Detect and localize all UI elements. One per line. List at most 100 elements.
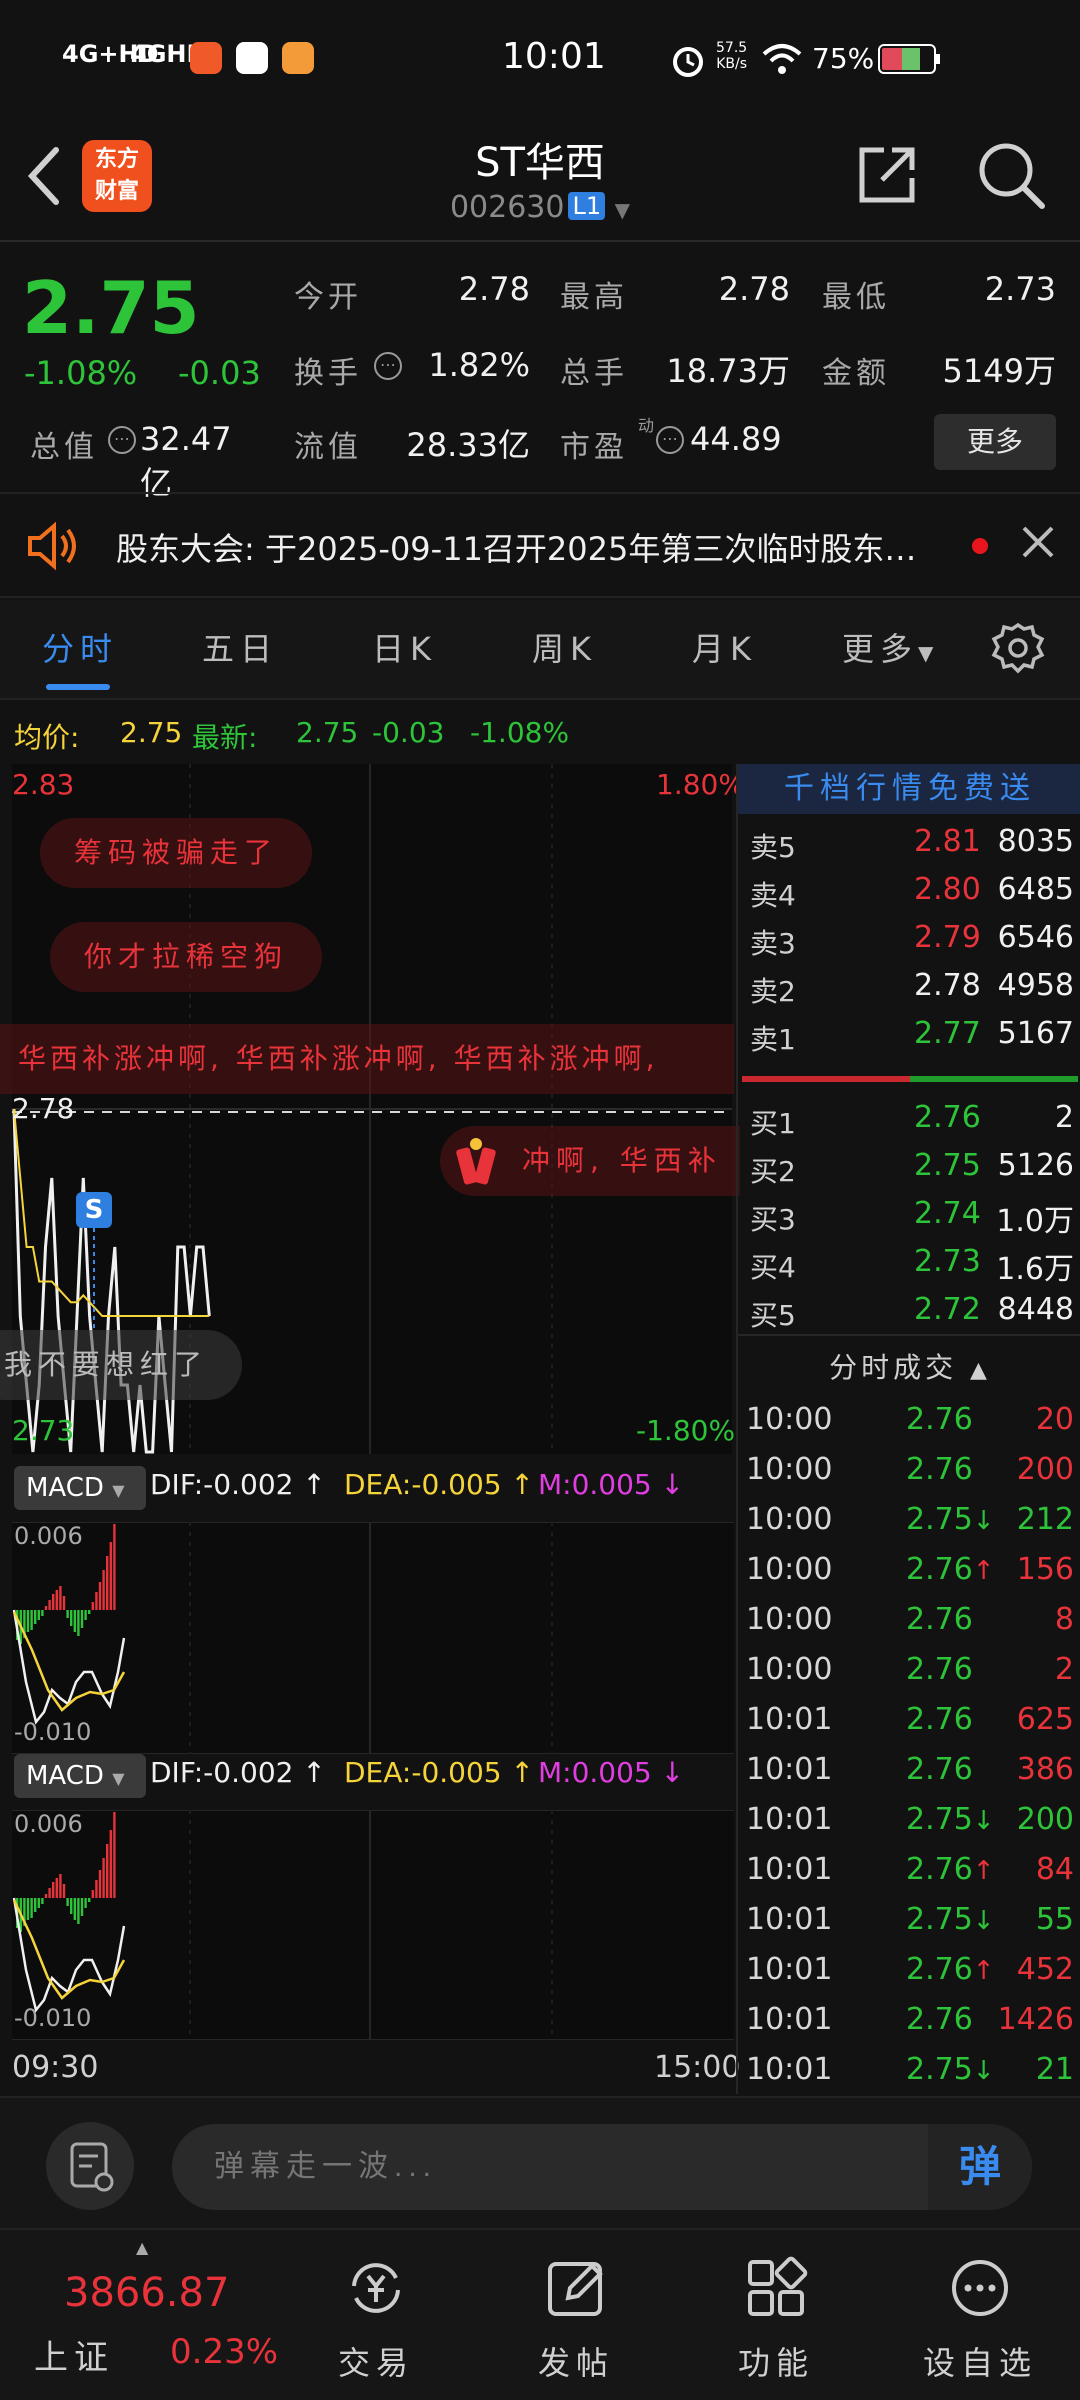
- trade-volume: 452: [1016, 1952, 1074, 1987]
- share-icon[interactable]: [856, 144, 918, 206]
- ask-row[interactable]: 卖4 2.80 6485: [738, 866, 1080, 914]
- ask-price: 2.81: [914, 824, 981, 859]
- bid-row[interactable]: 买3 2.74 1.0万: [738, 1190, 1080, 1239]
- trade-time: 10:01: [746, 1952, 833, 1987]
- tab-five-day[interactable]: 五日: [202, 624, 278, 670]
- order-book-promo[interactable]: 千档行情免费送: [738, 764, 1080, 814]
- announcement-bar[interactable]: 股东大会: 于2025-09-11召开2025年第三次临时股东大会: [0, 492, 1080, 598]
- ask-row[interactable]: 卖1 2.77 5167: [738, 1010, 1080, 1058]
- danmu-send-button[interactable]: 弹: [928, 2124, 1032, 2210]
- alipay-notification-icon: [236, 42, 268, 74]
- edit-icon: [548, 2262, 603, 2316]
- macd-bar: [30, 1610, 33, 1630]
- quote-panel: 2.75 -1.08% -0.03 今开 2.78 最高 2.78 最低 2.7…: [0, 244, 1080, 502]
- trade-price-value: 2.76: [906, 1652, 973, 1687]
- mcap-info-icon[interactable]: ⋯: [108, 426, 136, 454]
- macd-selector-1[interactable]: MACD ▼: [14, 1466, 146, 1510]
- more-quote-button[interactable]: 更多: [934, 414, 1056, 470]
- bid-row[interactable]: 买2 2.75 5126: [738, 1142, 1080, 1190]
- trade-ticks-title-text: 分时成交: [829, 1351, 958, 1384]
- intraday-summary: 均价: 2.75 最新: 2.75 -0.03 -1.08%: [0, 702, 1080, 764]
- trade-ticks[interactable]: 分时成交 ▲ 10:00 2.76 20 10:00 2.76 200 10:00 2.75↓…: [736, 1334, 1080, 2094]
- summary-change: -0.03: [372, 716, 445, 749]
- net-speed-value: 57.5: [716, 40, 748, 56]
- danmu-input[interactable]: [172, 2124, 1032, 2210]
- bid-row[interactable]: 买5 2.72 8448: [738, 1286, 1080, 1334]
- nav-trade-label: 交易: [337, 2344, 414, 2382]
- turnover-info-icon[interactable]: ⋯: [374, 352, 402, 380]
- stock-code-row[interactable]: 002630 L1 ▼: [0, 190, 1080, 225]
- trade-row: 10:01 2.76 1426: [738, 1994, 1080, 2044]
- index-ticker[interactable]: ▲ 3866.87 上证 0.23%: [20, 2238, 300, 2388]
- ask-row[interactable]: 卖5 2.81 8035: [738, 818, 1080, 866]
- net-speed-unit: KB/s: [716, 56, 747, 72]
- trade-volume: 1426: [997, 2002, 1074, 2037]
- trade-time: 10:00: [746, 1602, 833, 1637]
- trade-ticks-title[interactable]: 分时成交 ▲: [738, 1346, 1080, 1386]
- tab-more[interactable]: 更多▼: [842, 624, 939, 670]
- nav-features[interactable]: 功能: [696, 2256, 856, 2384]
- nav-trade[interactable]: 交易: [296, 2256, 456, 2384]
- danmu-bubble-3[interactable]: 华西补涨冲啊, 华西补涨冲啊, 华西补涨冲啊,: [0, 1024, 734, 1094]
- intraday-chart-area[interactable]: 2.83 1.80% 2.78 2.73 -1.80% 筹码被骗走了 你才拉稀空…: [0, 764, 745, 2094]
- current-price: 2.75: [22, 266, 200, 350]
- ask-row[interactable]: 卖3 2.79 6546: [738, 914, 1080, 962]
- trade-direction-icon: ↑: [972, 1856, 995, 1886]
- tab-daily-k[interactable]: 日K: [372, 624, 437, 670]
- macd-dea-1-text: DEA:-0.005: [344, 1468, 502, 1501]
- order-book[interactable]: 千档行情免费送 卖5 2.81 8035 卖4 2.80 6485 卖3 2.79 6546 卖2…: [736, 764, 1080, 1334]
- bid-level: 买5: [750, 1299, 796, 1332]
- summary-percent: -1.08%: [470, 716, 570, 749]
- trade-time: 10:01: [746, 2002, 833, 2037]
- low-value: 2.73: [984, 270, 1056, 308]
- tab-weekly-k[interactable]: 周K: [532, 624, 597, 670]
- trade-price: 2.76↑: [906, 1852, 995, 1887]
- macd-dea-2: DEA:-0.005 ↑: [344, 1756, 534, 1789]
- macd-bar: [66, 1610, 69, 1618]
- low-label: 最低: [822, 280, 890, 315]
- ask-price: 2.77: [914, 1016, 981, 1051]
- turnover-label: 换手: [294, 356, 362, 391]
- trade-price-value: 2.76: [906, 1852, 973, 1887]
- danmu-settings-button[interactable]: [46, 2122, 134, 2210]
- index-percent: 0.23%: [170, 2332, 279, 2372]
- tab-monthly-k[interactable]: 月K: [692, 624, 757, 670]
- trade-price-value: 2.76: [906, 1402, 973, 1437]
- macd-bar: [98, 1870, 102, 1898]
- trade-price-value: 2.76: [906, 1552, 973, 1587]
- macd-label-2: MACD: [26, 1761, 104, 1791]
- danmu-bubble-2[interactable]: 你才拉稀空狗: [50, 922, 323, 992]
- macd-bar: [91, 1602, 94, 1610]
- danmu-bubble-4-text: 冲啊, 华西补: [522, 1144, 722, 1177]
- float-label: 流值: [294, 430, 362, 465]
- macd-m-1: M:0.005 ↓: [538, 1468, 685, 1501]
- macd-selector-2[interactable]: MACD ▼: [14, 1754, 146, 1798]
- bid-row[interactable]: 买4 2.73 1.6万: [738, 1238, 1080, 1287]
- nav-features-label: 功能: [737, 2344, 814, 2382]
- sell-marker-icon[interactable]: S: [76, 1192, 112, 1228]
- grid-icon: [748, 2256, 808, 2316]
- avg-value: 2.75: [120, 716, 183, 749]
- ask-volume: 6485: [997, 872, 1074, 907]
- wifi-icon: [762, 44, 802, 74]
- search-icon[interactable]: [976, 140, 1046, 210]
- bottom-price-label: 2.73: [12, 1414, 75, 1447]
- close-icon[interactable]: [1018, 522, 1058, 562]
- trade-price-value: 2.76: [906, 2002, 973, 2037]
- nav-post[interactable]: 发帖: [496, 2256, 656, 2384]
- nav-add-watchlist[interactable]: 设自选: [900, 2256, 1060, 2384]
- macd-bar: [37, 1610, 40, 1620]
- ask-row[interactable]: 卖2 2.78 4958: [738, 962, 1080, 1010]
- bid-row[interactable]: 买1 2.76 2: [738, 1094, 1080, 1142]
- trade-time: 10:00: [746, 1502, 833, 1537]
- gear-icon[interactable]: [990, 620, 1046, 676]
- danmu-bubble-1[interactable]: 筹码被骗走了: [40, 818, 313, 888]
- trade-volume: 84: [1035, 1852, 1074, 1887]
- chevron-down-icon: ▼: [112, 1769, 125, 1788]
- chart-tabs: 分时 五日 日K 周K 月K 更多▼: [0, 600, 1080, 700]
- danmu-bubble-5[interactable]: 我不要想红了: [0, 1330, 243, 1400]
- tab-intraday[interactable]: 分时: [42, 624, 118, 670]
- macd-bar: [59, 1586, 62, 1610]
- pe-info-icon[interactable]: ⋯: [656, 426, 684, 454]
- more-circle-icon: [952, 2260, 1008, 2316]
